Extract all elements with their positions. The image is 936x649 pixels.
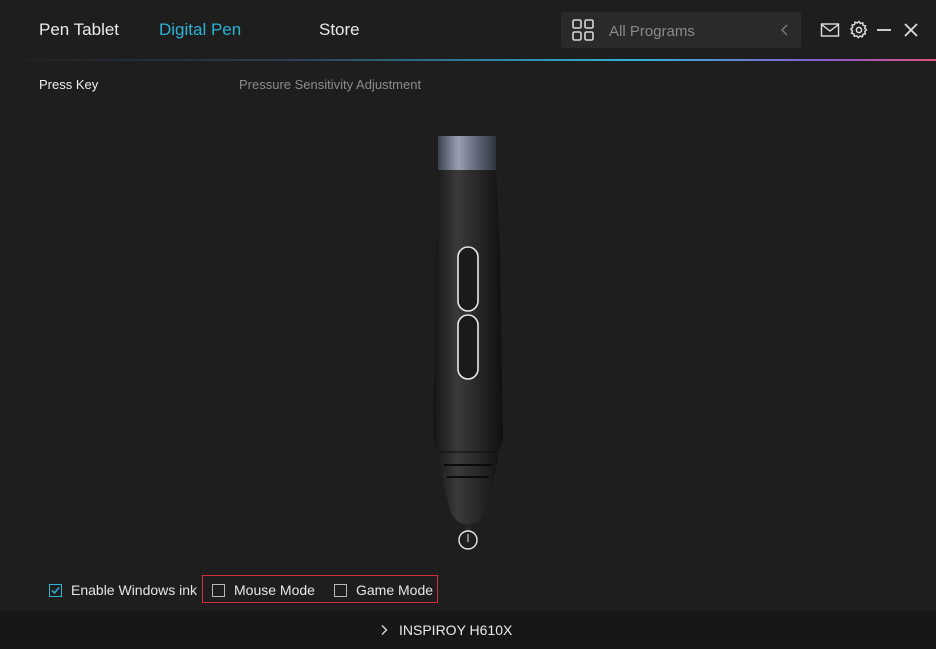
gear-icon[interactable] [849, 20, 869, 40]
checkbox-unchecked-icon [334, 583, 347, 597]
mail-icon[interactable] [820, 20, 840, 40]
subtab-press-key[interactable]: Press Key [39, 77, 98, 92]
chevron-right-icon [381, 625, 388, 635]
mouse-mode-checkbox[interactable]: Mouse Mode [212, 582, 315, 598]
pen-illustration [433, 136, 503, 550]
header-divider [0, 59, 936, 61]
subtab-pressure-sensitivity[interactable]: Pressure Sensitivity Adjustment [239, 77, 421, 92]
chevron-left-icon[interactable] [779, 23, 791, 37]
checkbox-checked-icon [49, 583, 62, 597]
tab-digital-pen[interactable]: Digital Pen [159, 20, 241, 40]
program-search-input[interactable] [607, 20, 771, 42]
tab-pen-tablet[interactable]: Pen Tablet [39, 20, 119, 40]
enable-windows-ink-label: Enable Windows ink [71, 582, 198, 598]
mouse-mode-label: Mouse Mode [234, 582, 315, 598]
device-name: INSPIROY H610X [399, 622, 513, 638]
game-mode-label: Game Mode [356, 582, 434, 598]
pen-options: Enable Windows ink Mouse Mode Game Mode [0, 572, 936, 608]
device-selector[interactable]: INSPIROY H610X [380, 622, 512, 638]
top-bar: Pen Tablet Digital Pen Store [0, 0, 936, 60]
minimize-icon[interactable] [874, 20, 894, 40]
device-footer: INSPIROY H610X [0, 611, 936, 649]
checkbox-unchecked-icon [212, 583, 225, 597]
program-selector[interactable] [561, 12, 801, 48]
enable-windows-ink-checkbox[interactable]: Enable Windows ink [49, 582, 197, 598]
close-icon[interactable] [901, 20, 921, 40]
game-mode-checkbox[interactable]: Game Mode [334, 582, 433, 598]
tab-store[interactable]: Store [319, 20, 360, 40]
grid-icon [572, 19, 594, 41]
